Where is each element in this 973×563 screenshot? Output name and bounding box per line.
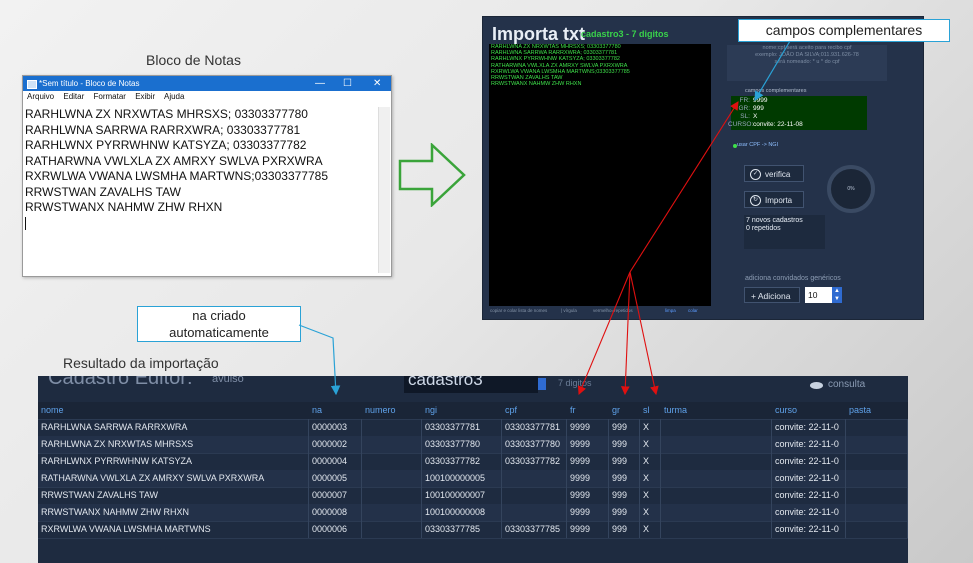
red-pointer [629,101,739,273]
red-pointer [620,271,631,396]
callout-pointer [754,40,791,102]
annotation-arrows [298,40,791,396]
red-pointer [629,271,659,396]
red-pointer [577,271,631,396]
callout-pointer [298,324,341,396]
